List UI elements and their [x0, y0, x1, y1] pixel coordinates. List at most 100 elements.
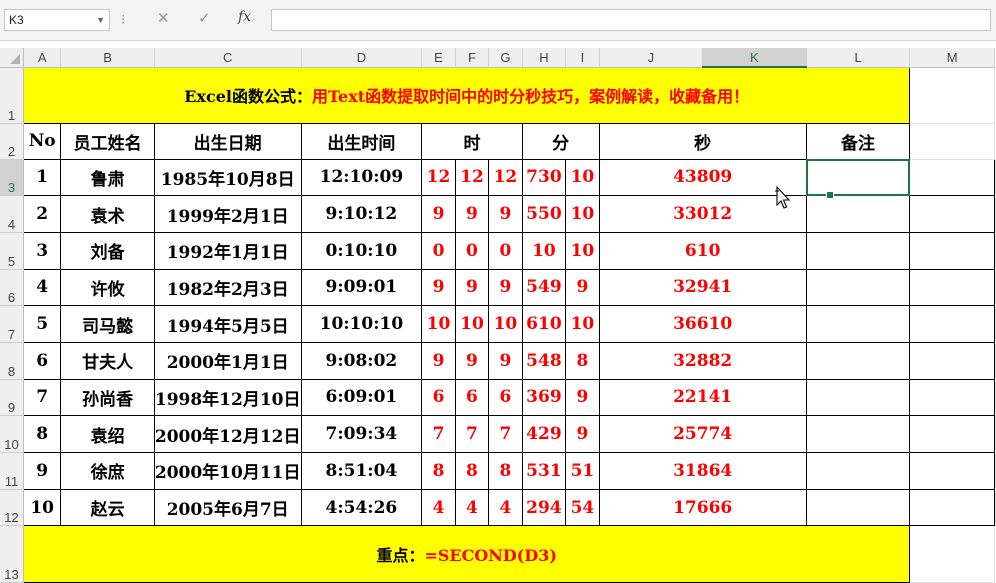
cell-k[interactable] [805, 378, 911, 417]
header-minute[interactable]: 分 [521, 122, 600, 160]
cell-time[interactable]: 7:09:34 [300, 415, 423, 453]
cell-m13[interactable] [909, 525, 995, 583]
cell-name[interactable]: 孙尚香 [60, 378, 155, 417]
cell-date[interactable]: 2000年10月11日 [153, 452, 302, 490]
cell-g[interactable]: 9 [488, 195, 523, 233]
cell-name[interactable]: 袁绍 [60, 415, 155, 453]
cell-name[interactable]: 赵云 [60, 488, 155, 527]
title-cell[interactable]: Excel函数公式：用Text函数提取时间中的时分秒技巧，案例解读，收藏备用！ [22, 66, 911, 124]
cell-f[interactable]: 10 [454, 305, 490, 343]
cell-m[interactable] [994, 305, 996, 343]
cell-f[interactable]: 9 [454, 268, 490, 307]
cell-no[interactable]: 1 [22, 158, 62, 197]
cell-l[interactable] [909, 231, 995, 270]
cell-f[interactable]: 7 [454, 415, 490, 453]
cell-time[interactable]: 8:51:04 [300, 452, 423, 490]
cell-e[interactable]: 0 [421, 231, 456, 270]
column-header-f[interactable]: F [455, 48, 490, 68]
cell-date[interactable]: 2005年6月7日 [153, 488, 302, 527]
header-no[interactable]: No [22, 122, 62, 160]
cell-no[interactable]: 10 [22, 488, 62, 527]
cell-time[interactable]: 9:08:02 [300, 341, 423, 380]
cell-f[interactable]: 4 [454, 488, 490, 527]
cell-no[interactable]: 5 [22, 305, 62, 343]
row-header-9[interactable]: 9 [0, 379, 24, 417]
column-header-j[interactable]: J [599, 48, 704, 68]
cell-time[interactable]: 9:10:12 [300, 195, 423, 233]
column-header-l[interactable]: L [806, 48, 911, 68]
cell-i[interactable]: 8 [565, 341, 600, 380]
cell-i[interactable]: 10 [565, 305, 600, 343]
cell-g[interactable]: 0 [488, 231, 523, 270]
cell-l[interactable] [909, 488, 995, 527]
cell-time[interactable]: 6:09:01 [300, 378, 423, 417]
row-header-10[interactable]: 10 [0, 415, 24, 453]
cell-m[interactable] [994, 232, 996, 270]
cell-no[interactable]: 7 [22, 378, 62, 417]
cell-g[interactable]: 4 [488, 488, 523, 527]
cell-k[interactable] [805, 195, 911, 233]
cell-name[interactable]: 徐庶 [60, 452, 155, 490]
cell-no[interactable]: 8 [22, 415, 62, 453]
cell-m[interactable] [994, 159, 996, 197]
cell-j[interactable]: 32941 [598, 268, 807, 307]
row-header-11[interactable]: 11 [0, 452, 24, 490]
cell-g[interactable]: 9 [488, 341, 523, 380]
cell-e[interactable]: 6 [421, 378, 456, 417]
cell-l[interactable] [909, 415, 995, 453]
cell-e[interactable]: 4 [421, 488, 456, 527]
row-header-7[interactable]: 7 [0, 305, 24, 343]
cell-i[interactable]: 9 [565, 415, 600, 453]
cell-i[interactable]: 54 [565, 488, 600, 527]
cell-e[interactable]: 9 [421, 195, 456, 233]
cell-g[interactable]: 8 [488, 452, 523, 490]
cell-k[interactable] [805, 488, 911, 527]
cell-g[interactable]: 9 [488, 268, 523, 307]
enter-check-icon[interactable]: ✓ [198, 9, 211, 27]
cell-name[interactable]: 鲁肃 [60, 158, 155, 197]
cell-g[interactable]: 7 [488, 415, 523, 453]
cell-name[interactable]: 袁术 [60, 195, 155, 233]
row-header-1[interactable]: 1 [0, 67, 24, 124]
column-header-m[interactable]: M [909, 48, 995, 68]
cell-m[interactable] [994, 269, 996, 307]
column-header-c[interactable]: C [154, 48, 302, 68]
cell-e[interactable]: 10 [421, 305, 456, 343]
header-name[interactable]: 员工姓名 [60, 122, 155, 160]
cell-j[interactable]: 22141 [598, 378, 807, 417]
cell-l[interactable] [909, 341, 995, 380]
cell-m[interactable] [994, 379, 996, 417]
column-header-a[interactable]: A [23, 48, 62, 68]
cell-i[interactable]: 51 [565, 452, 600, 490]
column-header-i[interactable]: I [565, 48, 600, 68]
cell-no[interactable]: 2 [22, 195, 62, 233]
cell-date[interactable]: 1992年1月1日 [153, 231, 302, 270]
cell-k[interactable] [805, 452, 911, 490]
cell-date[interactable]: 1982年2月3日 [153, 268, 302, 307]
cell-time[interactable]: 10:10:10 [300, 305, 423, 343]
cell-name[interactable]: 许攸 [60, 268, 155, 307]
cell-f[interactable]: 9 [454, 195, 490, 233]
cell-name[interactable]: 刘备 [60, 231, 155, 270]
cell-f[interactable]: 6 [454, 378, 490, 417]
cell-no[interactable]: 4 [22, 268, 62, 307]
cell-i[interactable]: 10 [565, 231, 600, 270]
select-all-corner[interactable] [0, 48, 24, 68]
cell-date[interactable]: 1998年12月10日 [153, 378, 302, 417]
cell-name[interactable]: 司马懿 [60, 305, 155, 343]
cell-i[interactable]: 10 [565, 195, 600, 233]
cell-m[interactable] [994, 415, 996, 453]
cell-h[interactable]: 548 [521, 341, 567, 380]
cell-l[interactable] [909, 452, 995, 490]
cell-time[interactable]: 12:10:09 [300, 158, 423, 197]
cell-h[interactable]: 429 [521, 415, 567, 453]
cell-k[interactable] [805, 305, 911, 343]
cell-f[interactable]: 8 [454, 452, 490, 490]
cell-date[interactable]: 2000年12月12日 [153, 415, 302, 453]
cell-e[interactable]: 9 [421, 341, 456, 380]
cell-i[interactable]: 9 [565, 268, 600, 307]
cell-h[interactable]: 369 [521, 378, 567, 417]
cell-k[interactable] [805, 415, 911, 453]
cell-l[interactable] [909, 195, 995, 233]
cell-e[interactable]: 8 [421, 452, 456, 490]
